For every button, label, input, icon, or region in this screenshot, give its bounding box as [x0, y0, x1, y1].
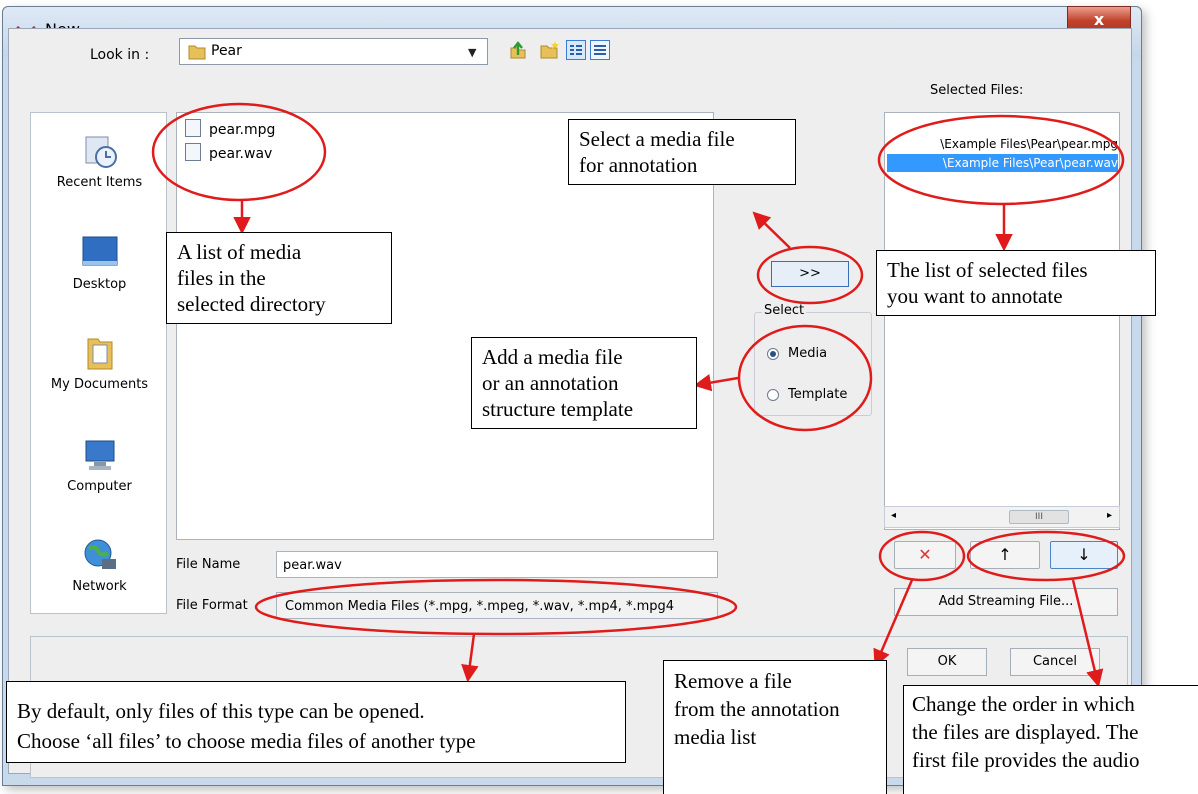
callout-line: first file provides the audio: [912, 748, 1140, 772]
callout-line: from the annotation: [674, 697, 840, 721]
arrow-select-group: [693, 374, 739, 392]
callout-remove-file: Remove a file from the annotation media …: [663, 660, 887, 794]
callout-default-type: By default, only files of this type can …: [6, 681, 626, 763]
callout-line: Select a media file: [579, 127, 735, 151]
arrow-file-format: [461, 633, 479, 683]
arrow-order-buttons: [1071, 579, 1104, 688]
highlight-order-buttons: [966, 530, 1126, 582]
callout-line: The list of selected files: [887, 258, 1088, 282]
callout-line: By default, only files of this type can …: [17, 699, 425, 723]
callout-line: Change the order in which: [912, 692, 1135, 716]
highlight-select-group: [737, 324, 873, 432]
callout-line: Add a media file: [482, 345, 623, 369]
highlight-file-format: [254, 578, 738, 636]
callout-selected-list: The list of selected files you want to a…: [876, 250, 1156, 316]
callout-line: Remove a file: [674, 669, 792, 693]
highlight-remove-button: [878, 530, 966, 582]
callout-line: files in the: [177, 266, 266, 290]
arrow-remove-button: [873, 579, 914, 668]
callout-line: A list of media: [177, 240, 302, 264]
highlight-file-list: [151, 102, 327, 202]
highlight-selected-files: [877, 114, 1125, 206]
callout-line: for annotation: [579, 153, 698, 177]
callout-line: you want to annotate: [887, 284, 1063, 308]
callout-line: Choose ‘all files’ to choose media files…: [17, 729, 476, 753]
callout-line: selected directory: [177, 292, 326, 316]
callout-order: Change the order in which the files are …: [903, 685, 1198, 794]
callout-line: structure template: [482, 397, 634, 421]
callout-select-media: Select a media file for annotation: [568, 119, 796, 185]
callout-line: or an annotation: [482, 371, 619, 395]
callout-line: media list: [674, 725, 757, 749]
callout-media-list: A list of media files in the selected di…: [166, 232, 392, 324]
callout-add-media: Add a media file or an annotation struct…: [471, 337, 697, 429]
callout-line: the files are displayed. The: [912, 720, 1139, 744]
arrow-select-media: [752, 211, 791, 249]
highlight-add-button: [756, 245, 864, 305]
